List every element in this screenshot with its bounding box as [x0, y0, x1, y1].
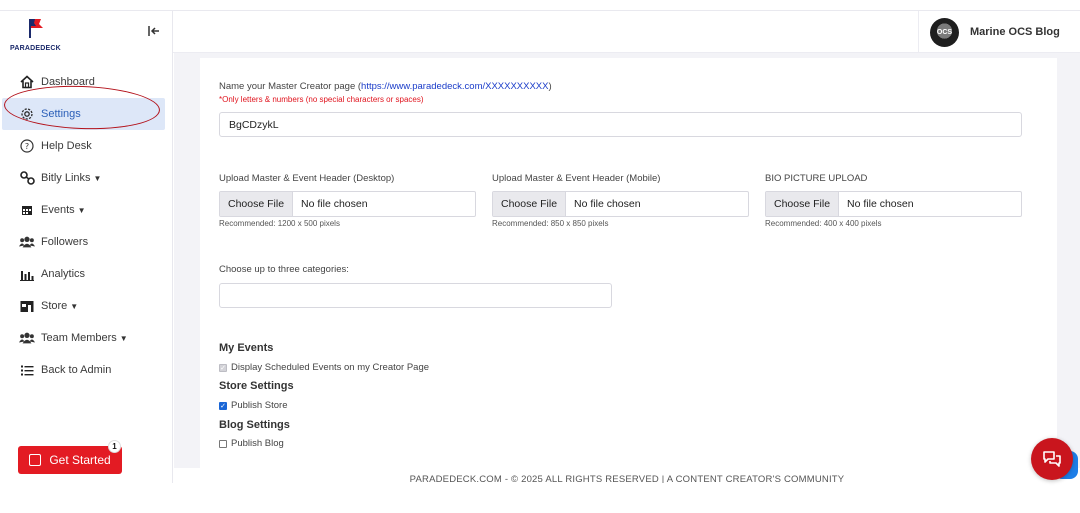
top-header: OCS Marine OCS Blog [173, 11, 1080, 53]
bio-picture-file-input[interactable]: Choose File No file chosen [765, 191, 1022, 217]
publish-blog-checkbox[interactable] [219, 439, 227, 448]
sidebar-item-label: Back to Admin [41, 364, 112, 376]
file-status: No file chosen [574, 198, 641, 210]
page-url-link[interactable]: https://www.paradedeck.com/XXXXXXXXXX [361, 81, 548, 92]
display-events-option[interactable]: ✓ Display Scheduled Events on my Creator… [219, 362, 429, 373]
sidebar-item-label: Followers [41, 236, 89, 248]
logo-text: PARADEDECK [10, 45, 61, 52]
profile-menu[interactable]: OCS Marine OCS Blog [918, 11, 1080, 53]
bar-chart-icon [19, 266, 35, 282]
sidebar-item-analytics[interactable]: Analytics [0, 258, 173, 290]
get-started-button[interactable]: Get Started [18, 446, 122, 474]
sidebar-item-label: Events [41, 204, 75, 216]
display-events-label: Display Scheduled Events on my Creator P… [231, 362, 430, 373]
sidebar-item-dashboard[interactable]: Dashboard [0, 66, 173, 98]
sidebar-item-label: Store [41, 300, 68, 312]
sidebar-item-label: Help Desk [41, 140, 92, 152]
sidebar-item-label: Team Members [41, 332, 117, 344]
sidebar-item-bitly-links[interactable]: Bitly Links ▼ [0, 162, 173, 194]
team-icon [19, 330, 35, 346]
users-icon [19, 234, 35, 250]
get-started-label: Get Started [49, 453, 111, 467]
sidebar-item-followers[interactable]: Followers [0, 226, 173, 258]
publish-blog-label: Publish Blog [231, 438, 284, 449]
store-settings-title: Store Settings [219, 380, 294, 392]
choose-file-button[interactable]: Choose File [493, 192, 567, 216]
desktop-header-file-input[interactable]: Choose File No file chosen [219, 191, 476, 217]
caret-down-icon: ▼ [119, 333, 128, 343]
page-name-label: Name your Master Creator page (https://w… [219, 81, 552, 92]
my-events-title: My Events [219, 342, 274, 354]
file-status: No file chosen [847, 198, 914, 210]
sidebar-nav: Dashboard Settings ? Help Desk Bitly Lin… [0, 66, 173, 386]
list-icon [19, 362, 35, 378]
caret-down-icon: ▼ [77, 205, 86, 215]
notification-badge: 1 [108, 440, 121, 453]
caret-down-icon: ▼ [70, 301, 79, 311]
chat-support-button[interactable] [1031, 438, 1073, 480]
categories-input[interactable] [219, 283, 612, 308]
publish-blog-option[interactable]: Publish Blog [219, 438, 284, 449]
main-content: Name your Master Creator page (https://w… [174, 53, 1080, 483]
desktop-header-label: Upload Master & Event Header (Desktop) [219, 173, 395, 184]
link-icon [19, 170, 35, 186]
sidebar-item-team-members[interactable]: Team Members ▼ [0, 322, 173, 354]
sidebar-item-events[interactable]: Events ▼ [0, 194, 173, 226]
mobile-header-recommend: Recommended: 850 x 850 pixels [492, 219, 609, 228]
display-events-checkbox[interactable]: ✓ [219, 363, 227, 372]
file-status: No file chosen [301, 198, 368, 210]
settings-card: Name your Master Creator page (https://w… [200, 58, 1057, 478]
sidebar-item-label: Analytics [41, 268, 86, 280]
question-circle-icon: ? [19, 138, 35, 154]
footer: PARADEDECK.COM - © 2025 ALL RIGHTS RESER… [174, 468, 1080, 483]
publish-store-option[interactable]: ✓ Publish Store [219, 400, 288, 411]
home-icon [19, 74, 35, 90]
store-icon [19, 298, 35, 314]
bio-picture-recommend: Recommended: 400 x 400 pixels [765, 219, 882, 228]
chat-bubbles-icon [1043, 451, 1061, 467]
caret-down-icon: ▼ [93, 173, 102, 183]
profile-name: Marine OCS Blog [970, 26, 1060, 38]
sidebar-item-label: Dashboard [41, 76, 95, 88]
sidebar: PARADEDECK Dashboard Settings ? Help Des… [0, 11, 173, 483]
paradedeck-logo[interactable]: PARADEDECK [10, 17, 70, 52]
sidebar-item-help-desk[interactable]: ? Help Desk [0, 130, 173, 162]
gear-icon [19, 106, 35, 122]
sidebar-item-label: Settings [41, 108, 81, 120]
desktop-header-recommend: Recommended: 1200 x 500 pixels [219, 219, 340, 228]
flag-logo-icon [29, 19, 43, 38]
sidebar-item-label: Bitly Links [41, 172, 91, 184]
sidebar-item-settings[interactable]: Settings [2, 98, 165, 130]
page-name-hint: *Only letters & numbers (no special char… [219, 95, 424, 104]
publish-store-checkbox[interactable]: ✓ [219, 401, 227, 410]
bio-picture-label: BIO PICTURE UPLOAD [765, 173, 868, 184]
blog-settings-title: Blog Settings [219, 419, 290, 431]
avatar: OCS [930, 17, 959, 47]
page-name-input[interactable]: BgCDzykL [219, 112, 1022, 137]
sidebar-item-store[interactable]: Store ▼ [0, 290, 173, 322]
collapse-sidebar-icon[interactable] [146, 25, 162, 41]
svg-text:?: ? [25, 142, 29, 151]
categories-label: Choose up to three categories: [219, 264, 349, 275]
calendar-icon [19, 202, 35, 218]
mobile-header-file-input[interactable]: Choose File No file chosen [492, 191, 749, 217]
sidebar-item-back-to-admin[interactable]: Back to Admin [0, 354, 173, 386]
publish-store-label: Publish Store [231, 400, 288, 411]
choose-file-button[interactable]: Choose File [766, 192, 840, 216]
checklist-icon [29, 454, 42, 466]
mobile-header-label: Upload Master & Event Header (Mobile) [492, 173, 661, 184]
choose-file-button[interactable]: Choose File [220, 192, 294, 216]
